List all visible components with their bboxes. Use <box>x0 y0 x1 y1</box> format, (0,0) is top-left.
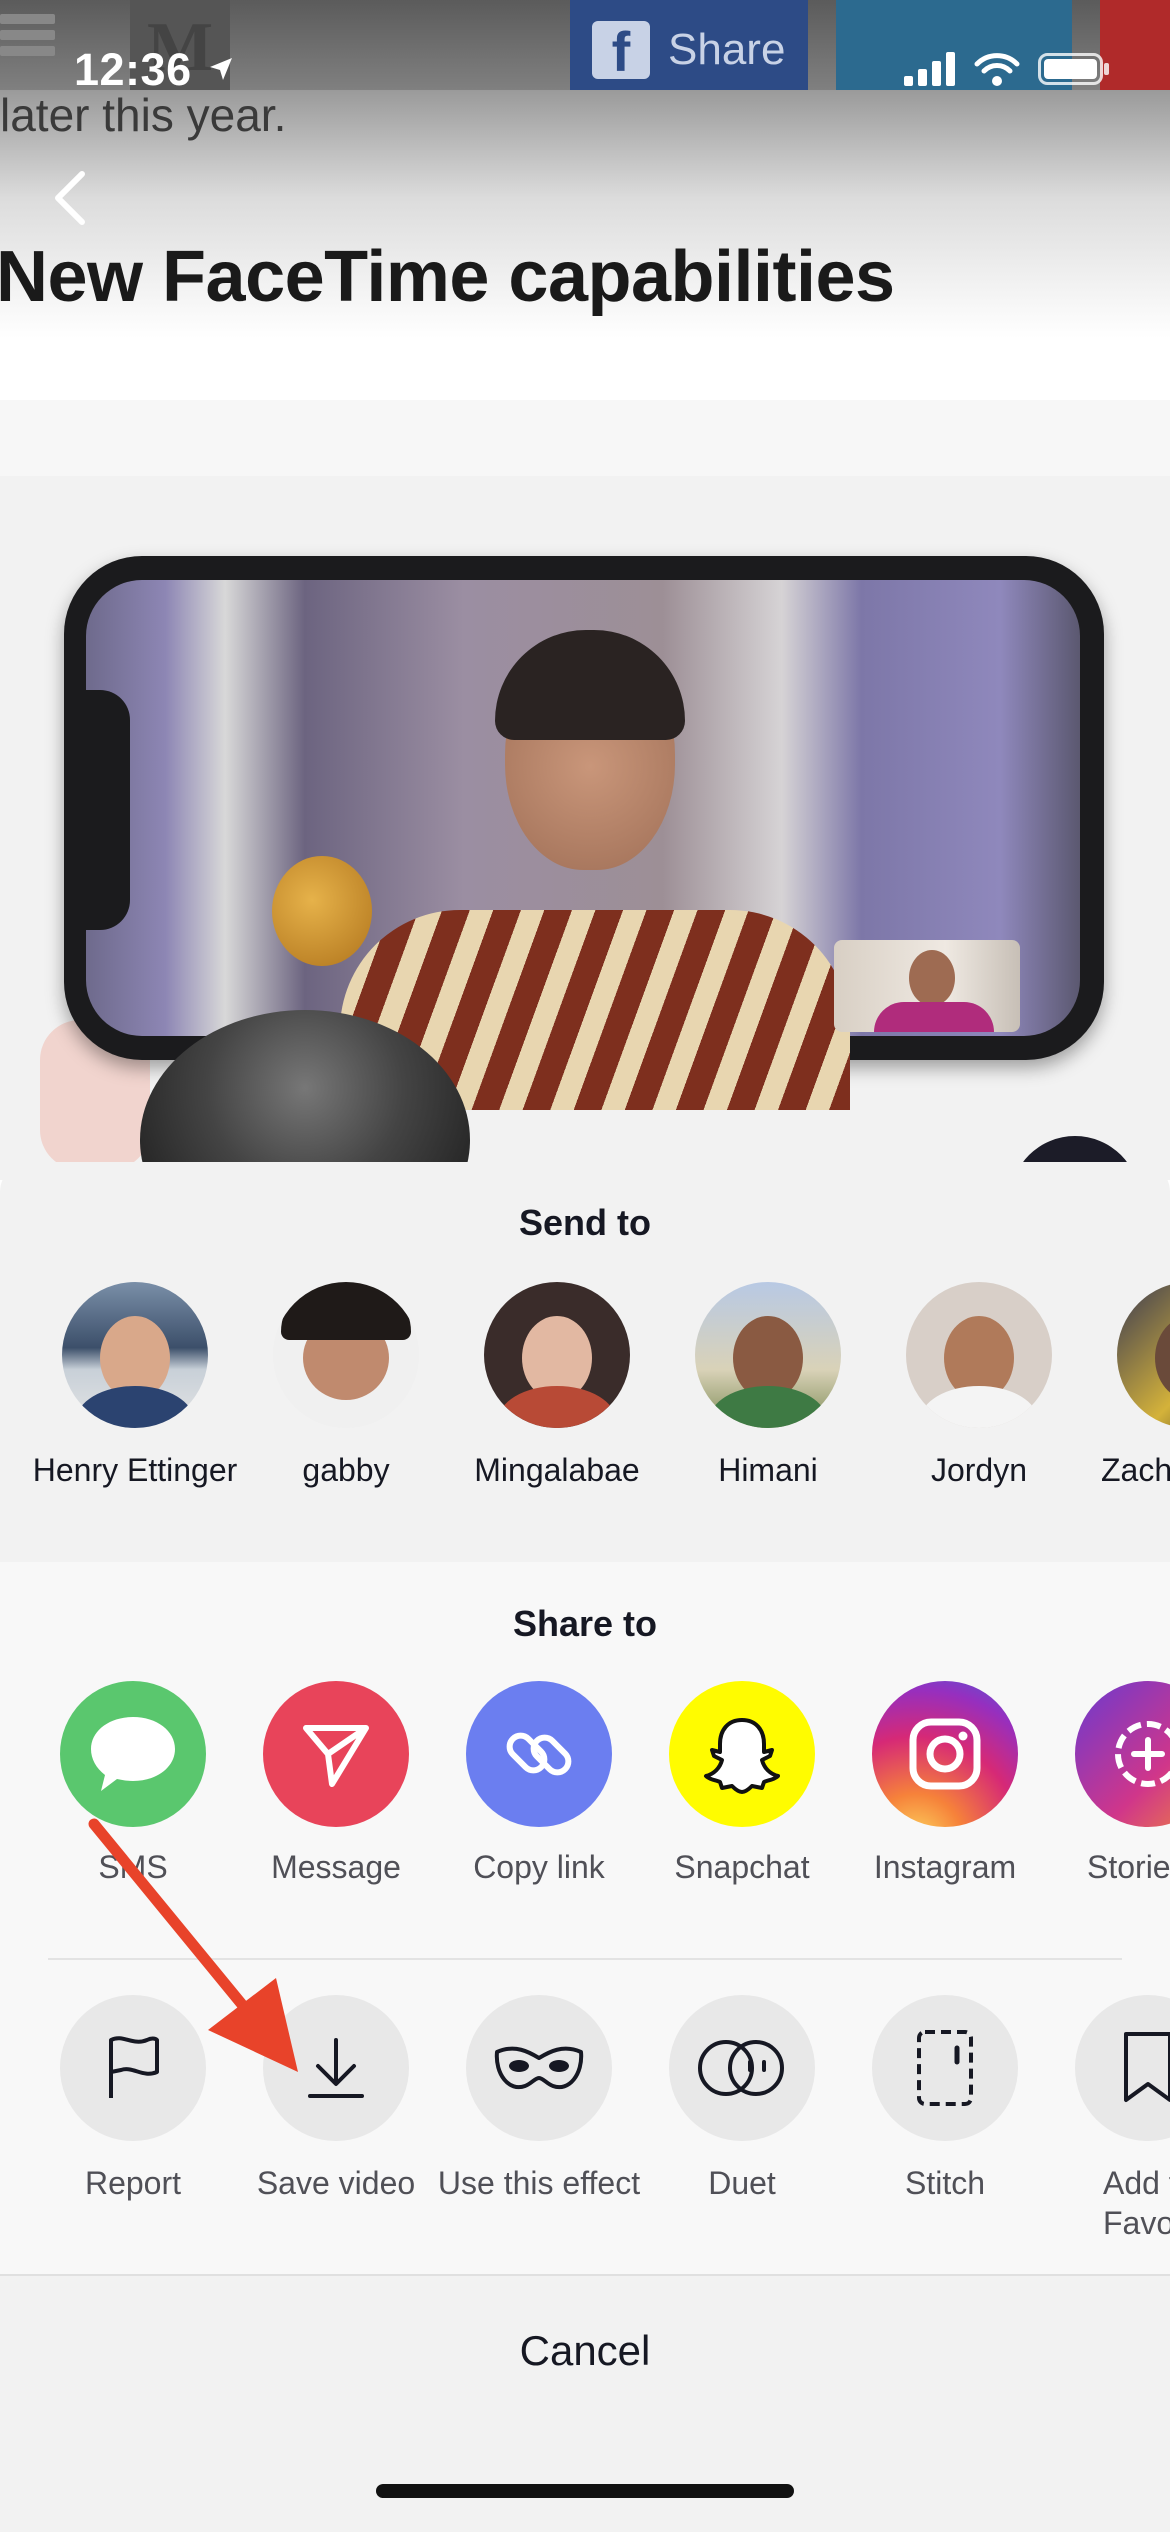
contact-name: Himani <box>718 1452 818 1488</box>
contact-henry-ettinger[interactable]: Henry Ettinger <box>30 1282 240 1490</box>
instagram-icon <box>872 1681 1018 1827</box>
wifi-icon <box>974 53 1020 86</box>
share-to-title: Share to <box>512 1603 658 1644</box>
vase-image <box>272 856 372 966</box>
contact-name: Henry Ettinger <box>32 1452 238 1488</box>
use-this-effect-button[interactable]: Use this effect <box>434 1995 644 2203</box>
contact-name: gabby <box>302 1452 390 1488</box>
link-icon <box>466 1681 612 1827</box>
contact-jordyn[interactable]: Jordyn <box>874 1282 1084 1490</box>
battery-icon <box>1038 53 1109 85</box>
contact-mingalabae[interactable]: Mingalabae <box>452 1282 662 1490</box>
share-app-label: Instagram <box>873 1849 1017 1885</box>
share-snapchat-button[interactable]: Snapchat <box>637 1681 847 1886</box>
duet-button[interactable]: Duet <box>637 1995 847 2203</box>
contact-avatar <box>906 1282 1052 1428</box>
contact-avatar <box>484 1282 630 1428</box>
duet-icon <box>669 1995 815 2141</box>
contact-name: Mingalabae <box>474 1452 640 1488</box>
facebook-share-button: f Share <box>570 0 808 100</box>
action-label: Duet <box>708 2165 776 2201</box>
cancel-button[interactable]: Cancel <box>0 2276 1170 2426</box>
cellular-signal-icon <box>904 52 955 86</box>
contact-himani[interactable]: Himani <box>663 1282 873 1490</box>
contact-gabby[interactable]: gabby <box>241 1282 451 1490</box>
location-arrow-icon <box>210 58 232 80</box>
paper-plane-icon <box>263 1681 409 1827</box>
contact-name: Jordyn <box>930 1452 1028 1488</box>
status-time: 12:36 <box>74 44 192 95</box>
video-background: M f Share later this year. New FaceTime … <box>0 0 1170 1180</box>
contact-avatar <box>695 1282 841 1428</box>
share-app-label: Copy link <box>473 1849 605 1885</box>
sms-bubble-icon <box>60 1681 206 1827</box>
send-to-title: Send to <box>519 1202 651 1243</box>
action-label: Save video <box>256 2165 416 2201</box>
share-copy-link-button[interactable]: Copy link <box>434 1681 644 1886</box>
snapchat-ghost-icon <box>669 1681 815 1827</box>
contact-zach[interactable]: Zach <box>1085 1282 1170 1490</box>
share-stories-button[interactable]: Stories <box>1043 1681 1170 1886</box>
mask-icon <box>466 1995 612 2141</box>
contact-avatar <box>273 1282 419 1428</box>
action-label: Add to Favorites <box>1103 2165 1170 2241</box>
facetime-caller-image <box>340 630 850 1110</box>
action-label: Stitch <box>904 2165 986 2201</box>
home-indicator <box>376 2484 794 2498</box>
contact-avatar <box>1117 1282 1170 1428</box>
back-chevron-icon[interactable] <box>50 168 90 228</box>
instagram-stories-icon <box>1075 1681 1170 1827</box>
add-to-favorites-button[interactable]: Add to Favorites <box>1043 1995 1170 2243</box>
flipboard-share-button <box>1100 0 1170 100</box>
stitch-icon <box>872 1995 1018 2141</box>
facebook-share-label: Share <box>668 25 786 74</box>
previous-text-line: later this year. <box>0 89 287 141</box>
hamburger-menu-icon <box>0 8 55 88</box>
share-app-label: Stories <box>1087 1849 1170 1885</box>
bookmark-icon <box>1075 1995 1170 2141</box>
contact-name: Zach <box>1101 1452 1170 1488</box>
action-label: Report <box>84 2165 182 2201</box>
share-instagram-button[interactable]: Instagram <box>840 1681 1050 1886</box>
share-app-label: Snapchat <box>674 1849 810 1885</box>
facebook-icon: f <box>592 21 650 83</box>
video-headline: New FaceTime capabilities <box>0 237 895 317</box>
contact-avatar <box>62 1282 208 1428</box>
action-label: Use this effect <box>437 2165 641 2201</box>
facetime-self-view <box>834 940 1020 1032</box>
stitch-button[interactable]: Stitch <box>840 1995 1050 2203</box>
red-arrow-annotation <box>88 1818 298 2072</box>
